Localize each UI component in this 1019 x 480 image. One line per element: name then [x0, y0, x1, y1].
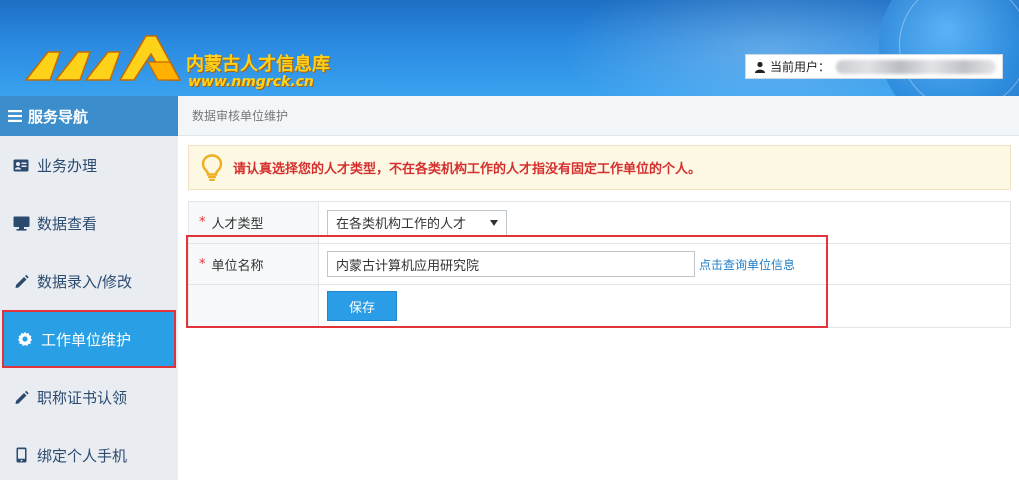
sidebar-title: 服务导航	[0, 96, 178, 136]
notice-banner: 请认真选择您的人才类型，不在各类机构工作的人才指没有固定工作单位的个人。	[188, 145, 1011, 190]
form-row-actions: 保存	[189, 285, 1010, 327]
required-mark: *	[199, 215, 206, 230]
sidebar-item-business[interactable]: 业务办理	[0, 136, 178, 194]
unit-name-label: * 单位名称	[189, 244, 319, 284]
required-mark: *	[199, 256, 206, 272]
blurred-username	[836, 59, 997, 74]
site-logo[interactable]: 内蒙古人才信息库 www.nmgrck.cn	[10, 14, 340, 90]
mobile-icon	[12, 446, 30, 464]
form-row-unit-name: * 单位名称 内蒙古计算机应用研究院 点击查询单位信息	[189, 244, 1010, 285]
current-user-label: 当前用户：	[770, 60, 831, 74]
sidebar-item-work-unit[interactable]: 工作单位维护	[2, 310, 176, 368]
menu-icon	[8, 110, 22, 122]
unit-name-label-text: 单位名称	[211, 258, 264, 274]
nmg-logo-mark-icon	[24, 35, 182, 81]
talent-type-selected: 在各类机构工作的人才	[336, 217, 467, 232]
monitor-icon	[12, 214, 30, 232]
caret-down-icon	[490, 219, 498, 226]
sidebar-item-data-view[interactable]: 数据查看	[0, 194, 178, 252]
id-card-icon	[12, 156, 30, 174]
pencil-icon	[12, 388, 30, 406]
pencil-icon	[12, 272, 30, 290]
current-user-box: 当前用户：	[745, 54, 1003, 79]
lightbulb-icon	[201, 153, 223, 181]
sidebar-title-text: 服务导航	[28, 107, 89, 126]
unit-name-input[interactable]: 内蒙古计算机应用研究院	[327, 251, 695, 277]
user-icon	[755, 61, 765, 73]
sidebar-item-label: 职称证书认领	[37, 388, 128, 407]
sidebar-item-label: 数据录入/修改	[37, 272, 133, 291]
work-unit-form: * 人才类型 在各类机构工作的人才 * 单位名称 内蒙古计算机应用研究院 点击查…	[188, 201, 1011, 328]
gear-icon	[16, 330, 34, 348]
save-button[interactable]: 保存	[327, 291, 397, 321]
sidebar-item-label: 业务办理	[37, 156, 98, 175]
talent-type-label-text: 人才类型	[211, 217, 264, 232]
sidebar-item-title-cert[interactable]: 职称证书认领	[0, 368, 178, 426]
sidebar-item-label: 工作单位维护	[41, 330, 132, 349]
breadcrumb-text: 数据审核单位维护	[192, 109, 289, 123]
unit-name-value: 内蒙古计算机应用研究院	[336, 258, 480, 274]
sidebar-item-bind-phone[interactable]: 绑定个人手机	[0, 426, 178, 480]
header: 内蒙古人才信息库 www.nmgrck.cn 当前用户：	[0, 0, 1019, 96]
form-row-talent-type: * 人才类型 在各类机构工作的人才	[189, 202, 1010, 244]
logo-url: www.nmgrck.cn	[188, 74, 314, 90]
talent-type-label: * 人才类型	[189, 202, 319, 243]
sidebar-item-label: 绑定个人手机	[37, 446, 128, 465]
sidebar: 服务导航 业务办理 数据查看 数据录入/修改 工作单位维护 职称证书认领 绑定个…	[0, 96, 178, 480]
talent-type-select[interactable]: 在各类机构工作的人才	[327, 209, 507, 236]
sidebar-item-label: 数据查看	[37, 214, 98, 233]
sidebar-item-data-entry[interactable]: 数据录入/修改	[0, 252, 178, 310]
notice-text: 请认真选择您的人才类型，不在各类机构工作的人才指没有固定工作单位的个人。	[233, 162, 702, 177]
logo-title: 内蒙古人才信息库	[186, 54, 330, 75]
breadcrumb: 数据审核单位维护	[178, 96, 1019, 136]
query-unit-link[interactable]: 点击查询单位信息	[699, 256, 795, 273]
